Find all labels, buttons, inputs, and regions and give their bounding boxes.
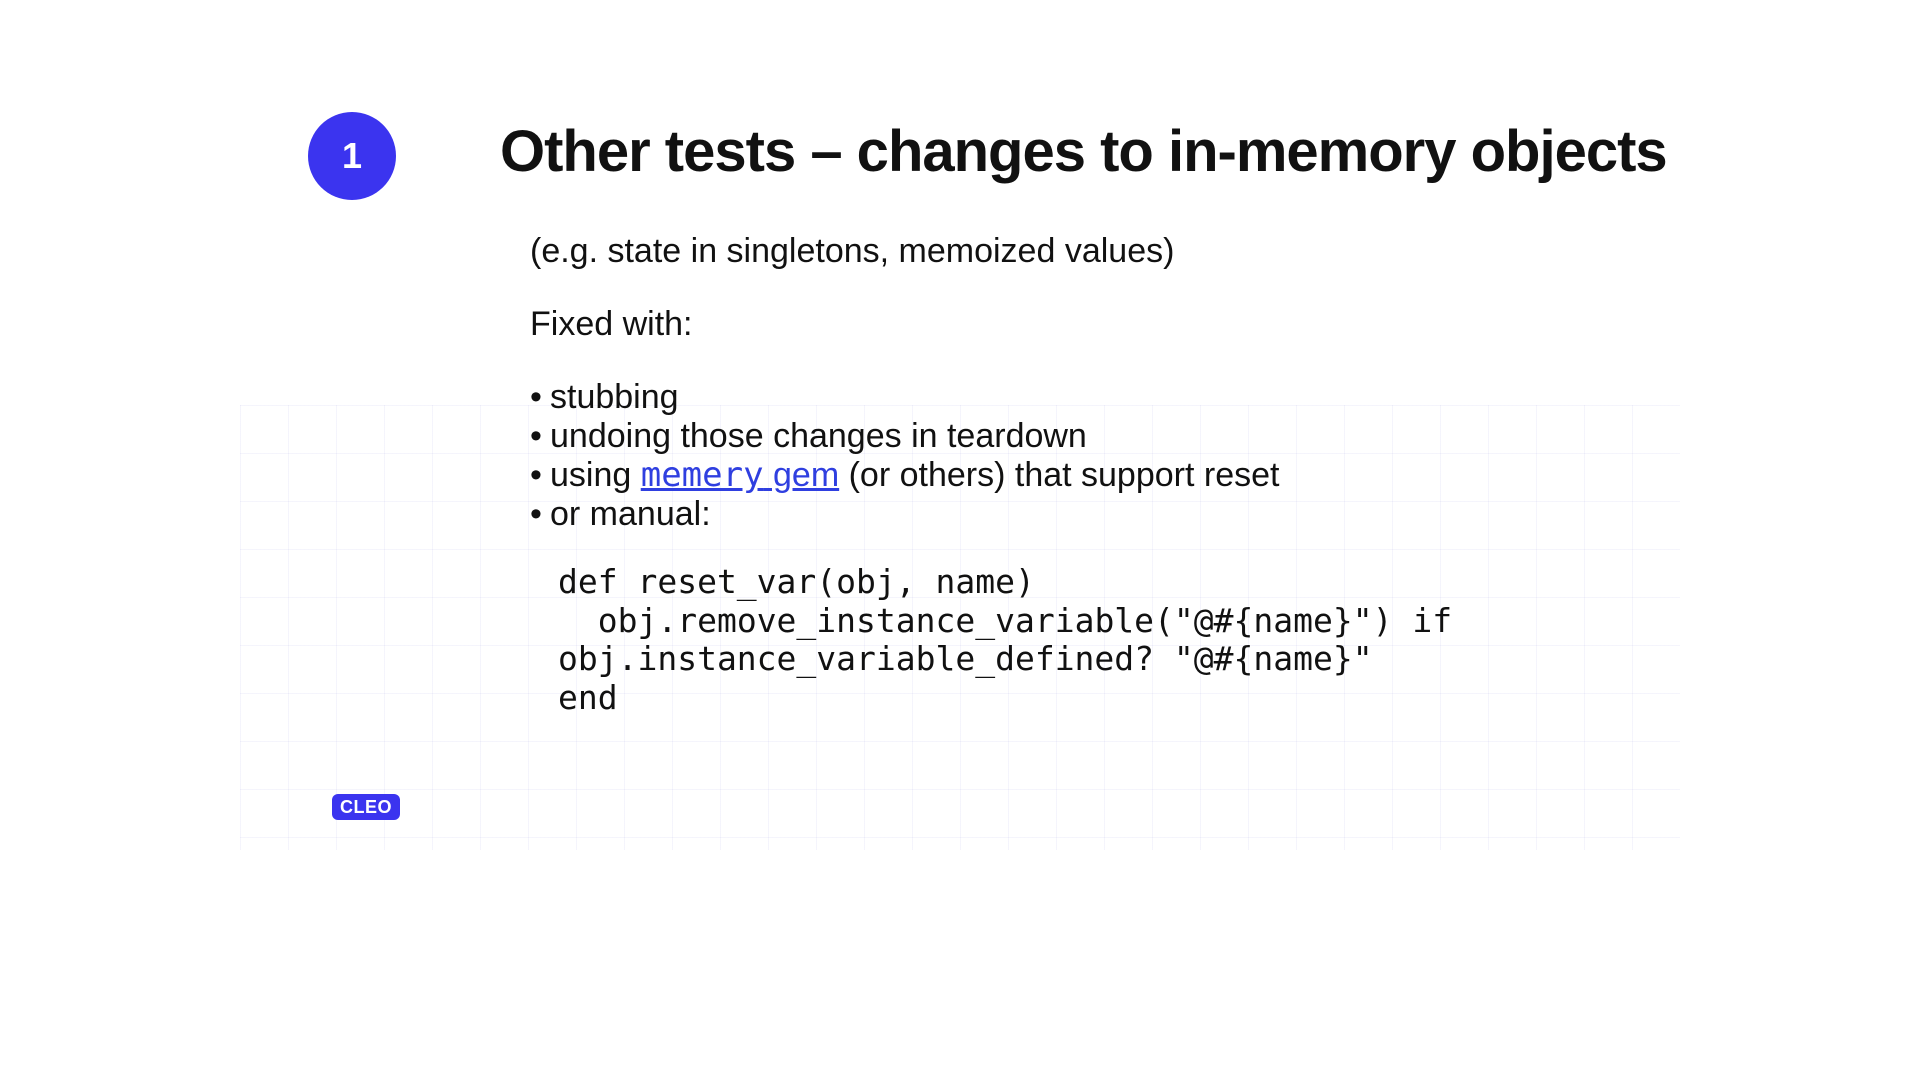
slide: 1 Other tests – changes to in-memory obj… bbox=[240, 40, 1680, 850]
list-item: stubbing bbox=[530, 378, 1560, 417]
cleo-logo: CLEO bbox=[332, 794, 400, 820]
slide-number-badge: 1 bbox=[308, 112, 396, 200]
slide-title: Other tests – changes to in-memory objec… bbox=[500, 118, 1667, 185]
logo-text: CLEO bbox=[340, 797, 392, 817]
slide-body: (e.g. state in singletons, memoized valu… bbox=[530, 232, 1560, 718]
bullet-text: or manual: bbox=[550, 495, 711, 533]
code-block: def reset_var(obj, name) obj.remove_inst… bbox=[558, 563, 1560, 719]
slide-container: 1 Other tests – changes to in-memory obj… bbox=[0, 0, 1920, 1080]
link-code: memery bbox=[641, 455, 764, 495]
slide-number: 1 bbox=[342, 135, 362, 177]
fixed-with-label: Fixed with: bbox=[530, 305, 1560, 344]
link-rest: gem bbox=[764, 456, 840, 494]
memery-gem-link[interactable]: memery gem bbox=[641, 456, 839, 494]
list-item: undoing those changes in teardown bbox=[530, 417, 1560, 456]
fixes-list: stubbing undoing those changes in teardo… bbox=[530, 378, 1560, 534]
bullet-text: undoing those changes in teardown bbox=[550, 417, 1087, 455]
bullet-text-prefix: using bbox=[550, 456, 641, 494]
subtitle-text: (e.g. state in singletons, memoized valu… bbox=[530, 232, 1560, 271]
list-item: using memery gem (or others) that suppor… bbox=[530, 456, 1560, 495]
bullet-text-suffix: (or others) that support reset bbox=[839, 456, 1279, 494]
list-item: or manual: bbox=[530, 495, 1560, 534]
bullet-text: stubbing bbox=[550, 378, 679, 416]
